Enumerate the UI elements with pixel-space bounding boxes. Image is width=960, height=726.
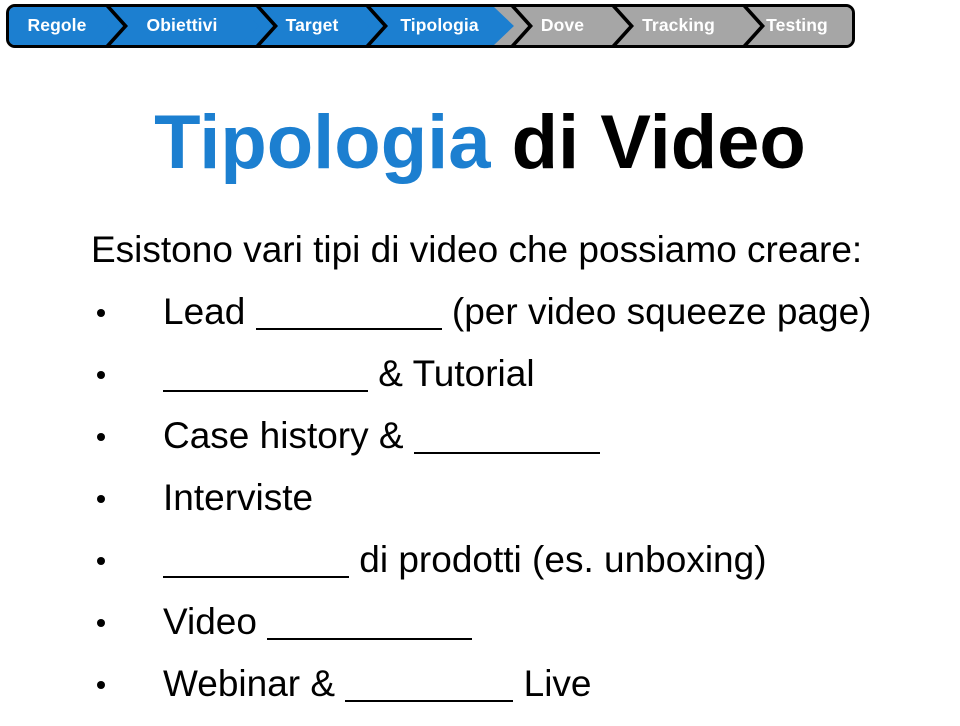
process-step-label: Target [285,15,339,36]
intro-text: Esistono vari tipi di video che possiamo… [91,229,863,270]
list-item: & Tutorial [0,355,960,392]
process-step-label: Tracking [642,15,715,36]
process-step-label: Tipologia [400,15,479,36]
process-step-testing[interactable]: Testing [726,7,852,45]
list-item-after: & Tutorial [368,353,535,394]
list-item-before: Case history & [163,415,414,456]
page-title-plain: di Video [490,100,806,185]
process-step-regole[interactable]: Regole [9,7,128,45]
process-step-target[interactable]: Target [239,7,388,45]
list-item-after: (per video squeeze page) [441,291,872,332]
process-step-tracking[interactable]: Tracking [595,7,765,45]
bullet-icon [97,432,105,441]
list-item-before: Interviste [163,477,314,518]
list-item-before: Webinar & [163,663,346,704]
slide-body: Esistono vari tipi di video che possiamo… [0,231,960,702]
process-step-obiettivi[interactable]: Obiettivi [89,7,278,45]
list-item: Lead (per video squeeze page) [0,293,960,330]
process-step-label: Obiettivi [146,15,218,36]
process-step-label: Regole [27,15,87,36]
page-title-accent: Tipologia [154,100,491,185]
bullet-icon [97,680,105,689]
process-chevron-bar: Regole Obiettivi Target Tipologia Dove T… [6,4,855,48]
process-step-tipologia[interactable]: Tipologia [349,7,533,45]
bullet-icon [97,556,105,565]
list-item: Webinar & Live [0,665,960,702]
list-item-after: di prodotti (es. unboxing) [349,539,767,580]
list-item: di prodotti (es. unboxing) [0,541,960,578]
list-item: Case history & [0,417,960,454]
process-step-label: Dove [540,15,585,36]
process-step-dove[interactable]: Dove [494,7,634,45]
page-title: Tipologia di Video [0,103,960,183]
list-item: Video [0,603,960,640]
bullet-icon [97,308,105,317]
slide-canvas: Regole Obiettivi Target Tipologia Dove T… [0,0,960,726]
bullet-icon [97,370,105,379]
list-item: Interviste [0,479,960,516]
bullet-icon [97,618,105,627]
bullet-icon [97,494,105,503]
list-item-before: Lead [163,291,256,332]
process-step-label: Testing [766,15,828,36]
video-type-list: Lead (per video squeeze page) & Tutorial… [0,293,960,702]
list-item-before: Video [163,601,268,642]
list-item-after: Live [513,663,592,704]
